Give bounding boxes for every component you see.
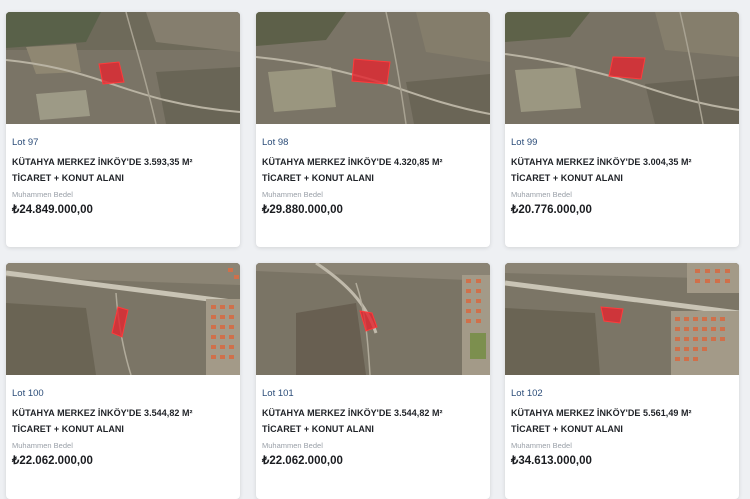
- satellite-map-thumbnail[interactable]: [256, 12, 490, 124]
- satellite-map-thumbnail[interactable]: [505, 12, 739, 124]
- parcel-highlight: [98, 61, 125, 85]
- parcel-highlight: [600, 306, 624, 324]
- lot-price: ₺24.849.000,00: [12, 204, 93, 216]
- lot-card[interactable]: Lot 99 KÜTAHYA MERKEZ İNKÖY'DE 3.004,35 …: [505, 12, 739, 247]
- satellite-map-image: [6, 263, 240, 375]
- satellite-map-thumbnail[interactable]: [505, 263, 739, 375]
- satellite-map-image: [256, 263, 490, 375]
- price-label: Muhammen Bedel: [511, 441, 572, 450]
- lot-card[interactable]: Lot 101 KÜTAHYA MERKEZ İNKÖY'DE 3.544,82…: [256, 263, 490, 499]
- lot-price: ₺29.880.000,00: [262, 204, 343, 216]
- lot-number[interactable]: Lot 100: [12, 388, 234, 400]
- lot-number[interactable]: Lot 97: [12, 137, 234, 149]
- lot-title[interactable]: KÜTAHYA MERKEZ İNKÖY'DE 5.561,49 M² TİCA…: [511, 405, 733, 437]
- satellite-map-image: [505, 263, 739, 375]
- price-label: Muhammen Bedel: [511, 190, 572, 199]
- satellite-map-image: [6, 12, 240, 124]
- price-label: Muhammen Bedel: [12, 190, 73, 199]
- lot-number[interactable]: Lot 98: [262, 137, 484, 149]
- satellite-map-image: [505, 12, 739, 124]
- satellite-map-thumbnail[interactable]: [6, 263, 240, 375]
- lot-title[interactable]: KÜTAHYA MERKEZ İNKÖY'DE 3.004,35 M² TİCA…: [511, 154, 733, 186]
- lot-card[interactable]: Lot 102 KÜTAHYA MERKEZ İNKÖY'DE 5.561,49…: [505, 263, 739, 499]
- satellite-map-thumbnail[interactable]: [6, 12, 240, 124]
- lot-grid: Lot 97 KÜTAHYA MERKEZ İNKÖY'DE 3.593,35 …: [0, 0, 750, 499]
- parcel-highlight: [608, 56, 646, 80]
- lot-title[interactable]: KÜTAHYA MERKEZ İNKÖY'DE 3.593,35 M² TİCA…: [12, 154, 234, 186]
- price-label: Muhammen Bedel: [262, 190, 323, 199]
- lot-title[interactable]: KÜTAHYA MERKEZ İNKÖY'DE 3.544,82 M² TİCA…: [12, 405, 234, 437]
- lot-price: ₺34.613.000,00: [511, 455, 592, 467]
- lot-title[interactable]: KÜTAHYA MERKEZ İNKÖY'DE 3.544,82 M² TİCA…: [262, 405, 484, 437]
- lot-number[interactable]: Lot 99: [511, 137, 733, 149]
- satellite-map-thumbnail[interactable]: [256, 263, 490, 375]
- lot-title[interactable]: KÜTAHYA MERKEZ İNKÖY'DE 4.320,85 M² TİCA…: [262, 154, 484, 186]
- lot-card[interactable]: Lot 98 KÜTAHYA MERKEZ İNKÖY'DE 4.320,85 …: [256, 12, 490, 247]
- parcel-highlight: [351, 58, 391, 85]
- lot-number[interactable]: Lot 101: [262, 388, 484, 400]
- lot-card[interactable]: Lot 97 KÜTAHYA MERKEZ İNKÖY'DE 3.593,35 …: [6, 12, 240, 247]
- price-label: Muhammen Bedel: [262, 441, 323, 450]
- price-label: Muhammen Bedel: [12, 441, 73, 450]
- lot-number[interactable]: Lot 102: [511, 388, 733, 400]
- lot-price: ₺22.062.000,00: [12, 455, 93, 467]
- satellite-map-image: [256, 12, 490, 124]
- lot-price: ₺20.776.000,00: [511, 204, 592, 216]
- lot-card[interactable]: Lot 100 KÜTAHYA MERKEZ İNKÖY'DE 3.544,82…: [6, 263, 240, 499]
- lot-price: ₺22.062.000,00: [262, 455, 343, 467]
